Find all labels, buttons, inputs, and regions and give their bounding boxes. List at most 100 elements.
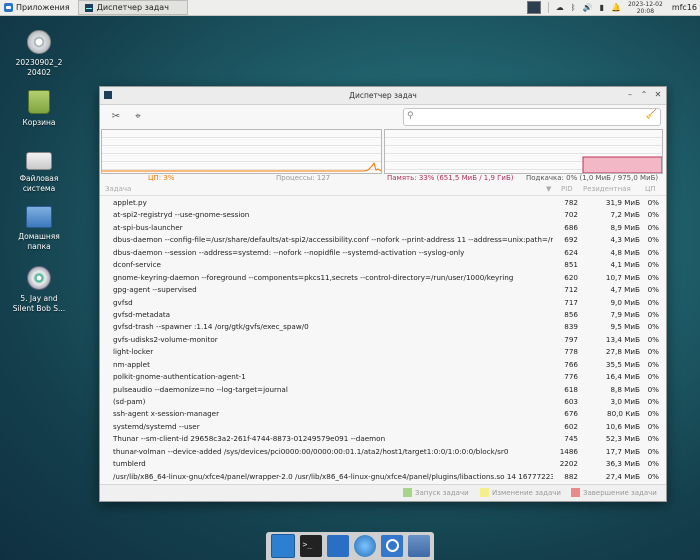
- table-row[interactable]: gpg-agent --supervised 712 4,7 МиБ 0%: [100, 284, 666, 296]
- process-name: gvfsd-metadata: [113, 309, 171, 319]
- table-row[interactable]: dbus-daemon --config-file=/usr/share/def…: [100, 234, 666, 246]
- target-window-icon[interactable]: ⌖: [131, 110, 145, 124]
- desktop-icon-trash[interactable]: Корзина: [8, 90, 70, 128]
- text-editor-icon[interactable]: [326, 535, 349, 557]
- process-pid: 856: [564, 309, 578, 319]
- notifications-icon[interactable]: 🔔: [611, 3, 621, 12]
- app-finder-icon[interactable]: [380, 535, 403, 557]
- tray-separator: [547, 2, 549, 13]
- show-desktop-icon[interactable]: [270, 534, 295, 558]
- process-memory: 36,3 МиБ: [605, 459, 640, 469]
- process-memory: 7,2 МиБ: [610, 210, 640, 220]
- process-name: dbus-daemon --session --address=systemd:…: [113, 247, 465, 257]
- process-pid: 776: [564, 372, 578, 382]
- sort-indicator-icon: ▼: [546, 185, 552, 193]
- table-row[interactable]: tumblerd 2202 36,3 МиБ 0%: [100, 458, 666, 470]
- volume-icon[interactable]: 🔊: [583, 3, 593, 12]
- table-row[interactable]: nm-applet 766 35,5 МиБ 0%: [100, 359, 666, 371]
- web-browser-icon[interactable]: [353, 535, 376, 557]
- table-row[interactable]: light-locker 778 27,8 МиБ 0%: [100, 346, 666, 358]
- taskbar-task-manager-button[interactable]: Диспетчер задач: [77, 0, 188, 15]
- process-cpu: 0%: [647, 421, 659, 431]
- desktop-icon-disc-image[interactable]: 20230902_220402: [8, 30, 70, 78]
- process-memory: 4,7 МиБ: [610, 285, 640, 295]
- close-button[interactable]: ✕: [652, 89, 664, 101]
- process-memory: 27,8 МиБ: [605, 347, 640, 357]
- desktop-icon-media[interactable]: 5. Jay and Silent Bob S...: [8, 266, 70, 314]
- table-row[interactable]: thunar-volman --device-added /sys/device…: [100, 446, 666, 458]
- search-box[interactable]: ⚲ 🧹: [403, 108, 661, 126]
- table-row[interactable]: gvfsd 717 9,0 МиБ 0%: [100, 297, 666, 309]
- cpu-graph-svg: [102, 161, 381, 172]
- table-row[interactable]: dbus-daemon --session --address=systemd:…: [100, 247, 666, 259]
- table-row[interactable]: (sd-pam) 603 3,0 МиБ 0%: [100, 396, 666, 408]
- table-row[interactable]: pulseaudio --daemonize=no --log-target=j…: [100, 384, 666, 396]
- table-row[interactable]: polkit-gnome-authentication-agent-1 776 16…: [100, 371, 666, 383]
- terminal-icon[interactable]: [299, 535, 322, 557]
- table-row[interactable]: applet.py 782 31,9 МиБ 0%: [100, 197, 666, 209]
- settings-tools-icon[interactable]: ✂: [109, 110, 123, 124]
- process-cpu: 0%: [647, 359, 659, 369]
- process-memory: 16,4 МиБ: [605, 372, 640, 382]
- table-row[interactable]: /usr/lib/x86_64-linux-gnu/xfce4/panel/wr…: [100, 471, 666, 481]
- process-name: nm-applet: [113, 359, 150, 369]
- toolbar: ✂ ⌖ ⚲ 🧹: [100, 104, 666, 132]
- table-row[interactable]: ssh-agent x-session-manager 676 80,0 КиБ 0%: [100, 408, 666, 420]
- memory-usage-area: [582, 156, 662, 173]
- applications-menu-label: Приложения: [16, 3, 70, 12]
- table-row[interactable]: gvfs-udisks2-volume-monitor 797 13,4 МиБ 0%: [100, 334, 666, 346]
- process-cpu: 0%: [647, 260, 659, 270]
- process-memory: 7,9 МиБ: [610, 309, 640, 319]
- column-resident[interactable]: Резидентная: [583, 185, 631, 193]
- table-row[interactable]: Thunar --sm-client-id 29658c3a2-261f-474…: [100, 433, 666, 445]
- process-memory: 8,8 МиБ: [610, 384, 640, 394]
- process-cpu: 0%: [647, 222, 659, 232]
- process-memory: 9,0 МиБ: [610, 297, 640, 307]
- column-pid[interactable]: PID: [561, 185, 573, 193]
- table-row[interactable]: systemd/systemd --user 602 10,6 МиБ 0%: [100, 421, 666, 433]
- clear-search-icon[interactable]: 🧹: [646, 110, 657, 120]
- process-name: gvfsd-trash --spawner :1.14 /org/gtk/gvf…: [113, 322, 309, 332]
- desktop-icon-home[interactable]: Домашняя папка: [8, 206, 70, 252]
- table-row[interactable]: gvfsd-trash --spawner :1.14 /org/gtk/gvf…: [100, 321, 666, 333]
- process-cpu: 0%: [647, 235, 659, 245]
- process-name: polkit-gnome-authentication-agent-1: [113, 372, 246, 382]
- processes-stat: Процессы: 127: [276, 174, 331, 182]
- minimize-button[interactable]: –: [624, 89, 636, 101]
- process-name: at-spi2-registryd --use-gnome-session: [113, 210, 250, 220]
- bluetooth-icon[interactable]: ᛒ: [571, 3, 576, 12]
- table-row[interactable]: gvfsd-metadata 856 7,9 МиБ 0%: [100, 309, 666, 321]
- process-memory: 3,0 МиБ: [610, 397, 640, 406]
- table-row[interactable]: at-spi-bus-launcher 686 8,9 МиБ 0%: [100, 222, 666, 234]
- column-task[interactable]: Задача: [105, 185, 131, 193]
- cpu-monitor-indicator-icon[interactable]: [526, 1, 541, 14]
- table-row[interactable]: dconf-service 851 4,1 МиБ 0%: [100, 259, 666, 271]
- memory-graph-svg: [582, 156, 662, 173]
- clock-date: 2023-12-02: [627, 0, 663, 8]
- home-folder-icon: [26, 206, 52, 228]
- process-pid: 1486: [559, 446, 578, 456]
- process-name: gnome-keyring-daemon --foreground --comp…: [113, 272, 514, 282]
- battery-icon[interactable]: ▮: [600, 3, 604, 12]
- process-memory: 10,7 МиБ: [605, 272, 640, 282]
- process-memory: 4,3 МиБ: [610, 235, 640, 245]
- desktop-icon-filesystem[interactable]: Файловая система: [8, 148, 70, 194]
- process-cpu: 0%: [647, 347, 659, 357]
- column-cpu[interactable]: ЦП: [645, 185, 656, 193]
- table-row[interactable]: gnome-keyring-daemon --foreground --comp…: [100, 272, 666, 284]
- legend-bar: Запуск задачи Изменение задачи Завершени…: [100, 484, 666, 501]
- file-manager-icon[interactable]: [407, 535, 430, 557]
- hostname-label[interactable]: mfc16: [672, 3, 697, 12]
- legend-start: Запуск задачи: [403, 488, 469, 497]
- clock[interactable]: 2023-12-02 20:08: [628, 1, 663, 15]
- desktop-icon-label: Домашняя папка: [18, 232, 60, 251]
- process-memory: 4,8 МиБ: [610, 247, 640, 257]
- applications-menu[interactable]: Приложения: [0, 0, 74, 15]
- process-name: gpg-agent --supervised: [113, 285, 197, 295]
- search-input[interactable]: [420, 110, 644, 124]
- window-titlebar[interactable]: Диспетчер задач – ⌃ ✕: [100, 87, 666, 105]
- maximize-button[interactable]: ⌃: [638, 89, 650, 101]
- network-icon[interactable]: ☁: [556, 3, 564, 12]
- legend-end-swatch: [571, 488, 580, 497]
- table-row[interactable]: at-spi2-registryd --use-gnome-session 702…: [100, 209, 666, 221]
